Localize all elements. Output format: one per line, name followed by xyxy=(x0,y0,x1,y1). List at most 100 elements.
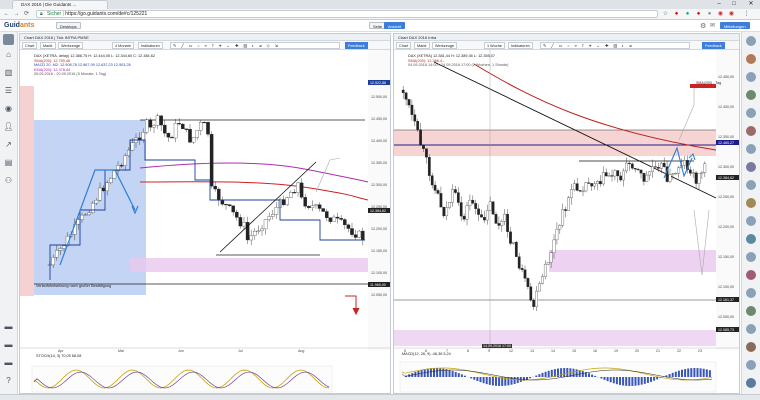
feedback-button[interactable]: Feedback xyxy=(345,42,368,49)
extension-icon[interactable]: ● xyxy=(705,10,714,18)
avatar[interactable] xyxy=(746,72,756,82)
extension-icon[interactable]: ◉ xyxy=(727,10,736,18)
avatar[interactable] xyxy=(746,54,756,64)
home-icon[interactable]: ⌂ xyxy=(3,50,14,60)
window-minimize-icon[interactable]: – xyxy=(712,0,726,9)
macd-bar xyxy=(581,371,584,377)
candle xyxy=(155,115,160,126)
avatar[interactable] xyxy=(746,252,756,262)
folder-icon[interactable]: ▬ xyxy=(3,340,14,350)
chart-icon[interactable]: ▥ xyxy=(3,68,14,78)
tb-indicators-button[interactable]: Indikatoren xyxy=(508,42,533,49)
avatar[interactable] xyxy=(746,198,756,208)
tb-draw-tools[interactable]: ✎ ╱ ▭ ○ ≡ T ⌖ ↔ ✚ ▥ ◐ ⌀ xyxy=(540,42,690,49)
right-chart-canvas[interactable]: 12.450,00 12.400,00 12.350,00 12.300,00 12.2… xyxy=(394,50,739,393)
group-icon[interactable]: ⚇ xyxy=(3,176,14,186)
star-icon[interactable]: ☆ xyxy=(661,10,670,18)
avatar[interactable] xyxy=(746,360,756,370)
avatar[interactable] xyxy=(746,288,756,298)
candle xyxy=(209,134,214,187)
avatar[interactable] xyxy=(746,162,756,172)
candle xyxy=(567,197,570,211)
price-tag-label: 12.085,73 xyxy=(718,328,734,332)
candle xyxy=(238,217,243,227)
help-icon[interactable]: ? xyxy=(3,376,14,386)
extension-icon[interactable]: ● xyxy=(672,10,681,18)
avatar[interactable] xyxy=(746,108,756,118)
avatar[interactable] xyxy=(746,342,756,352)
extension-icon[interactable]: ● xyxy=(694,10,703,18)
avatar[interactable] xyxy=(746,180,756,190)
candle xyxy=(480,214,483,218)
macd-bar xyxy=(637,377,640,386)
extension-icon[interactable]: ● xyxy=(683,10,692,18)
candle xyxy=(217,188,221,201)
macd-bar xyxy=(615,377,618,385)
tb-period-button[interactable]: 1 Woche xyxy=(484,42,505,49)
price-tag-label: 12.465,27 xyxy=(718,141,734,145)
avatar[interactable] xyxy=(746,270,756,280)
tb-chart-button[interactable]: Chart xyxy=(22,42,38,49)
url-input[interactable]: 🔒︎ Sicher | https://go.guidants.com/de#c… xyxy=(36,10,658,18)
folder-icon[interactable]: ▬ xyxy=(3,358,14,368)
candle xyxy=(263,219,268,230)
reload-icon[interactable]: ⟳ xyxy=(22,10,31,18)
x-axis-label: 21 xyxy=(656,349,660,353)
settings-gear-icon[interactable]: ⚙ xyxy=(700,22,706,30)
extension-icon[interactable]: ◉ xyxy=(716,10,725,18)
trend-icon[interactable]: ↗ xyxy=(3,140,14,150)
list-icon[interactable]: ☰ xyxy=(3,86,14,96)
avatar[interactable] xyxy=(746,216,756,226)
avatar[interactable] xyxy=(746,234,756,244)
avatar[interactable] xyxy=(746,324,756,334)
tb-draw-tools[interactable]: ✎ ╱ ▭ ○ ≡ T ⌖ ↔ ✚ ▥ ◐ ⌀ ◇ ⇲ xyxy=(170,42,340,49)
book-icon[interactable]: ▤ xyxy=(3,158,14,168)
macd-bar xyxy=(541,372,544,377)
candle xyxy=(445,207,449,217)
tb-market-button[interactable]: Markt xyxy=(414,42,430,49)
avatar[interactable] xyxy=(746,144,756,154)
macd-bar xyxy=(526,377,528,380)
candle xyxy=(703,163,707,173)
notifications-button[interactable]: Mitteilungen xyxy=(720,22,750,29)
window-close-icon[interactable]: ✕ xyxy=(742,0,760,9)
feedback-button[interactable]: Feedback xyxy=(702,42,725,49)
left-chart-annotation: Verlaufsfortsetzung nach großer Bestätig… xyxy=(36,284,112,288)
tb-period-button[interactable]: 4 Monate xyxy=(112,42,134,49)
bell-icon[interactable]: ✉ xyxy=(710,22,715,29)
desktops-button[interactable]: Desktops xyxy=(56,22,81,29)
user-icon[interactable]: 👤︎ xyxy=(3,122,14,132)
x-axis-label: Apr xyxy=(58,349,64,353)
macd-bar xyxy=(433,368,435,377)
macd-bar xyxy=(482,377,485,384)
candle xyxy=(630,163,634,169)
x-axis-label: 12 xyxy=(509,349,513,353)
avatar[interactable] xyxy=(3,34,14,45)
tb-chart-button[interactable]: Chart xyxy=(396,42,412,49)
candle xyxy=(538,283,541,292)
candle xyxy=(651,166,654,172)
avatar[interactable] xyxy=(746,90,756,100)
candle xyxy=(552,239,556,253)
tb-tools-button[interactable]: Werkzeuge xyxy=(432,42,458,49)
avatar[interactable] xyxy=(746,378,756,388)
left-chart-panel: Chart DAX 2016 | Tick INTRA PMSE Chart M… xyxy=(19,33,391,394)
menu-icon[interactable]: ⋮ xyxy=(742,10,751,18)
candle xyxy=(578,190,582,192)
forward-icon[interactable]: → xyxy=(12,10,21,18)
macd-bar xyxy=(547,370,550,377)
avatar[interactable] xyxy=(746,126,756,136)
tb-tools-button[interactable]: Werkzeuge xyxy=(58,42,84,49)
avatar[interactable] xyxy=(746,36,756,46)
back-icon[interactable]: ← xyxy=(2,10,11,18)
tb-indicators-button[interactable]: Indikatoren xyxy=(138,42,163,49)
browser-tab[interactable]: DAX 2016 | Die Guidants ... xyxy=(12,0,108,9)
left-chart-canvas[interactable]: 12.500,00 12.450,00 12.400,00 12.350,00 12.3… xyxy=(20,50,390,393)
avatar[interactable] xyxy=(746,306,756,316)
macd-bar xyxy=(457,373,460,377)
window-maximize-icon[interactable]: □ xyxy=(727,0,741,9)
view-button-view[interactable]: Ansicht xyxy=(384,22,406,29)
tb-market-button[interactable]: Markt xyxy=(40,42,56,49)
folder-icon[interactable]: ▬ xyxy=(3,322,14,332)
eye-icon[interactable]: ◉ xyxy=(3,104,14,114)
